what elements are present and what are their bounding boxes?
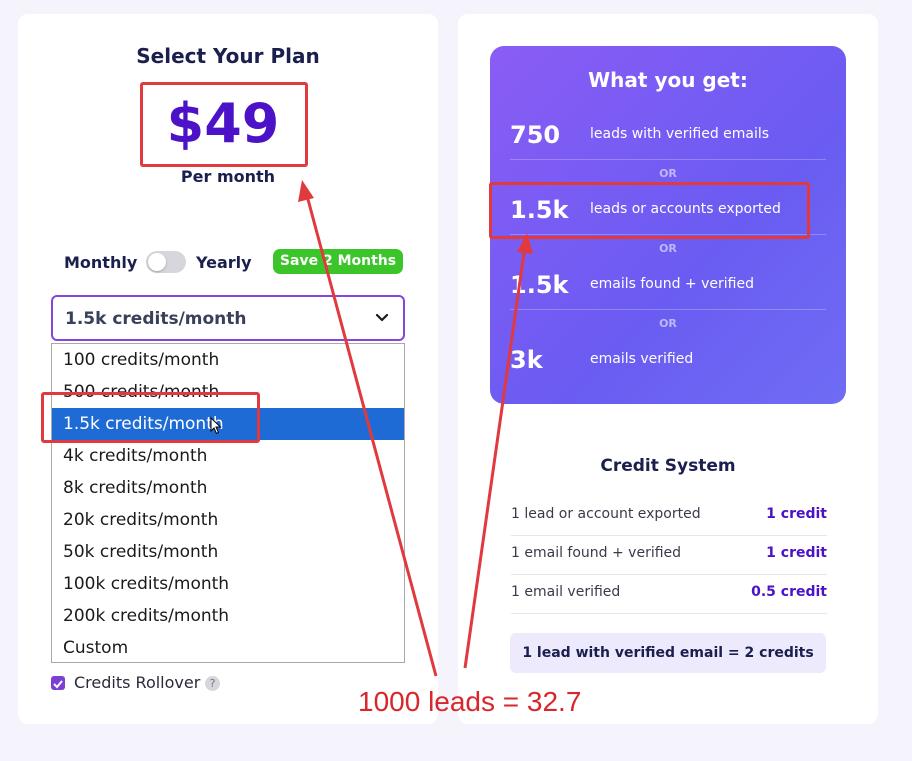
annotation-text: 1000 leads = 32.7 bbox=[358, 686, 582, 717]
annotation-arrows bbox=[298, 180, 533, 677]
